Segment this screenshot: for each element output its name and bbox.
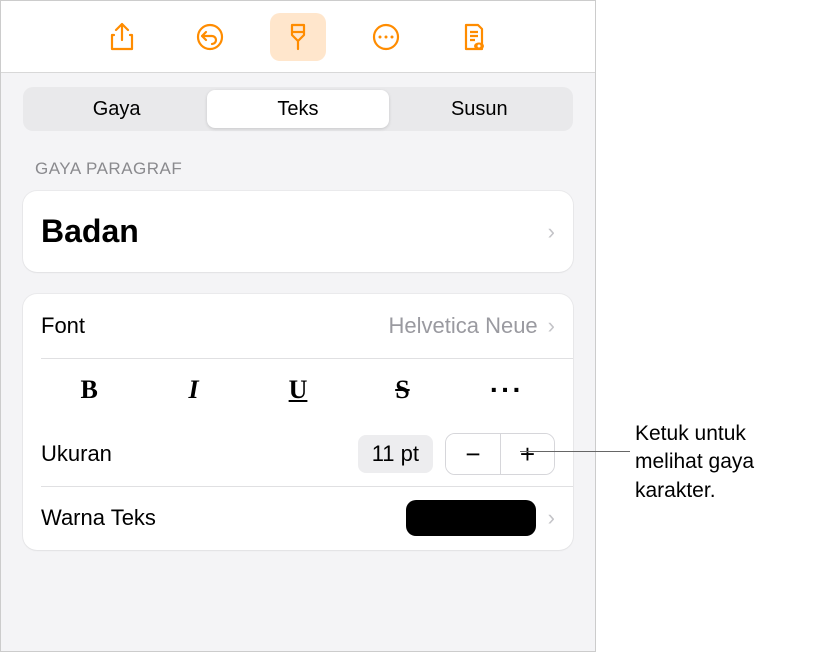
callout-line — [520, 451, 630, 452]
paragraph-style-row[interactable]: Badan › — [23, 191, 573, 272]
text-style-row: B I U S ··· — [23, 358, 573, 422]
tab-gaya[interactable]: Gaya — [26, 90, 207, 128]
format-panel: Gaya Teks Susun GAYA PARAGRAF Badan › Fo… — [0, 0, 596, 652]
italic-button[interactable]: I — [141, 368, 245, 412]
tab-teks[interactable]: Teks — [207, 90, 388, 128]
more-styles-button[interactable]: ··· — [455, 368, 559, 412]
text-color-label: Warna Teks — [41, 505, 156, 531]
inspector-tabs: Gaya Teks Susun — [23, 87, 573, 131]
chevron-right-icon: › — [548, 313, 555, 339]
format-brush-icon — [284, 22, 312, 52]
paragraph-style-name: Badan — [41, 213, 139, 250]
undo-button[interactable] — [182, 13, 238, 61]
paragraph-style-card: Badan › — [23, 191, 573, 272]
undo-icon — [195, 22, 225, 52]
toolbar — [1, 1, 595, 73]
size-label: Ukuran — [41, 441, 112, 467]
more-circle-icon — [371, 22, 401, 52]
strikethrough-button[interactable]: S — [350, 368, 454, 412]
share-icon — [109, 22, 135, 52]
size-decrease-button[interactable]: − — [446, 434, 500, 474]
font-label: Font — [41, 313, 85, 339]
share-button[interactable] — [94, 13, 150, 61]
paragraph-style-header: GAYA PARAGRAF — [1, 131, 595, 187]
size-row: Ukuran 11 pt − + — [23, 422, 573, 486]
callout-text: Ketuk untuk melihat gaya karakter. — [635, 420, 805, 505]
bold-button[interactable]: B — [37, 368, 141, 412]
size-value[interactable]: 11 pt — [358, 435, 433, 473]
chevron-right-icon: › — [548, 219, 555, 245]
chevron-right-icon: › — [548, 505, 555, 531]
size-increase-button[interactable]: + — [500, 434, 554, 474]
content-area: Gaya Teks Susun GAYA PARAGRAF Badan › Fo… — [1, 73, 595, 651]
document-view-button[interactable] — [446, 13, 502, 61]
font-value: Helvetica Neue — [388, 313, 547, 339]
document-view-icon — [460, 22, 488, 52]
format-button[interactable] — [270, 13, 326, 61]
text-color-swatch[interactable] — [406, 500, 536, 536]
tab-susun[interactable]: Susun — [389, 90, 570, 128]
underline-button[interactable]: U — [246, 368, 350, 412]
more-options-button[interactable] — [358, 13, 414, 61]
text-properties-card: Font Helvetica Neue › B I U S ··· Ukuran… — [23, 294, 573, 550]
font-row[interactable]: Font Helvetica Neue › — [23, 294, 573, 358]
size-stepper: − + — [445, 433, 555, 475]
segment-container: Gaya Teks Susun — [1, 73, 595, 131]
text-color-row[interactable]: Warna Teks › — [23, 486, 573, 550]
